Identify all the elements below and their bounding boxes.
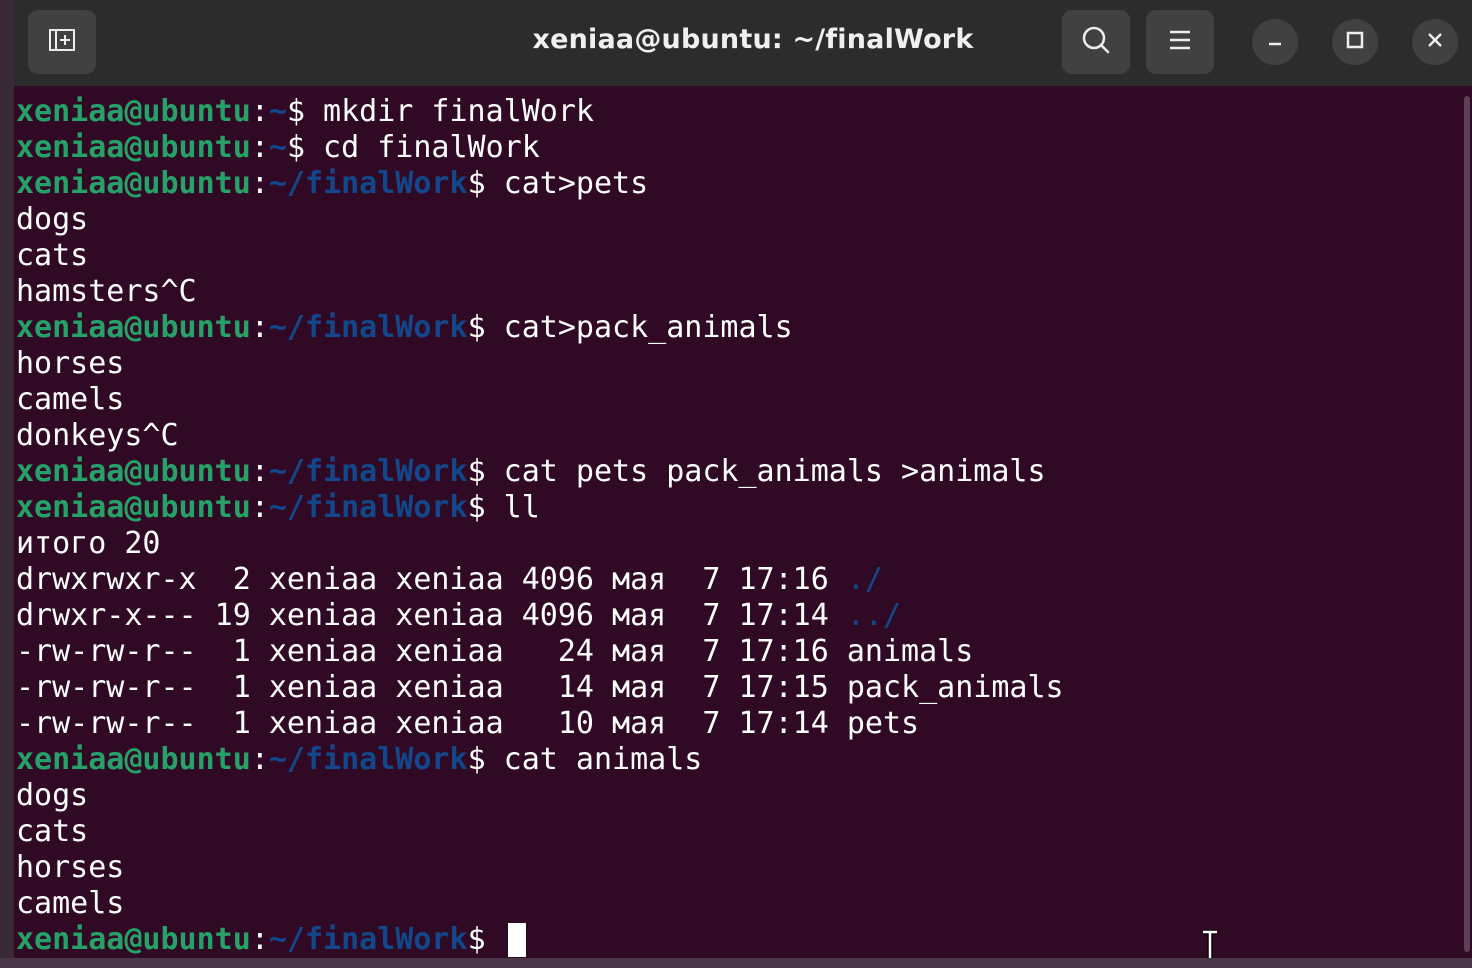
- prompt-line: xeniaa@ubuntu:~/finalWork$ cat pets pack…: [16, 454, 1046, 490]
- prompt-path: ~/finalWork: [268, 490, 468, 525]
- command-text: cat animals: [485, 742, 703, 777]
- prompt-path: ~: [268, 130, 287, 165]
- prompt-user: xeniaa@ubuntu: [16, 454, 251, 489]
- output-line: donkeys^C: [16, 418, 179, 453]
- ls-entry-name: animals: [846, 634, 974, 669]
- ls-entry: drwxr-x--- 19 xeniaa xeniaa 4096 мая 7 1…: [16, 598, 901, 634]
- prompt-line: xeniaa@ubuntu:~/finalWork$ cat>pets: [16, 166, 648, 202]
- prompt-separator: :: [250, 454, 269, 489]
- ls-entry-details: -rw-rw-r-- 1 xeniaa xeniaa 14 мая 7 17:1…: [16, 670, 847, 705]
- minimize-icon: [1265, 30, 1285, 55]
- ls-entry-name: pack_animals: [846, 670, 1064, 705]
- maximize-button[interactable]: [1332, 19, 1378, 65]
- prompt-user: xeniaa@ubuntu: [16, 310, 251, 345]
- prompt-separator: :: [250, 490, 269, 525]
- output-line: hamsters^C: [16, 274, 197, 309]
- window-edge: [0, 0, 14, 968]
- menu-button[interactable]: [1146, 10, 1214, 74]
- ls-entry-details: drwxrwxr-x 2 xeniaa xeniaa 4096 мая 7 17…: [16, 562, 847, 597]
- prompt-user: xeniaa@ubuntu: [16, 94, 251, 129]
- prompt-path: ~/finalWork: [268, 742, 468, 777]
- command-text: mkdir finalWork: [305, 94, 594, 129]
- output-line: dogs: [16, 202, 89, 237]
- terminal-window: xeniaa@ubuntu: ~/finalWork xeniaa@ubuntu…: [0, 0, 1472, 968]
- prompt-path: ~/finalWork: [268, 310, 468, 345]
- prompt-symbol: $: [467, 310, 486, 345]
- prompt-line: xeniaa@ubuntu:~/finalWork$ cat>pack_anim…: [16, 310, 793, 346]
- command-text: cat>pets: [485, 166, 649, 201]
- scrollbar[interactable]: [1464, 96, 1470, 952]
- prompt-symbol: $: [467, 490, 486, 525]
- prompt-user: xeniaa@ubuntu: [16, 166, 251, 201]
- prompt-symbol: $: [286, 94, 305, 129]
- ls-entry-name: ../: [846, 598, 902, 633]
- prompt-separator: :: [250, 310, 269, 345]
- prompt-line: xeniaa@ubuntu:~$ mkdir finalWork: [16, 94, 594, 130]
- prompt-line: xeniaa@ubuntu:~$ cd finalWork: [16, 130, 540, 166]
- titlebar[interactable]: xeniaa@ubuntu: ~/finalWork: [14, 0, 1472, 86]
- prompt-symbol: $: [467, 922, 486, 957]
- search-button[interactable]: [1062, 10, 1130, 74]
- ls-entry-name: ./: [846, 562, 883, 597]
- prompt-user: xeniaa@ubuntu: [16, 130, 251, 165]
- prompt-symbol: $: [467, 454, 486, 489]
- prompt-path: ~: [268, 94, 287, 129]
- terminal-output[interactable]: xeniaa@ubuntu:~$ mkdir finalWork xeniaa@u…: [14, 90, 1462, 958]
- ls-entry: -rw-rw-r-- 1 xeniaa xeniaa 14 мая 7 17:1…: [16, 670, 1064, 706]
- prompt-symbol: $: [286, 130, 305, 165]
- output-line: horses: [16, 346, 125, 381]
- output-line: итого 20: [16, 526, 161, 561]
- prompt-separator: :: [250, 130, 269, 165]
- prompt-separator: :: [250, 166, 269, 201]
- prompt-path: ~/finalWork: [268, 454, 468, 489]
- close-button[interactable]: [1412, 19, 1458, 65]
- output-line: cats: [16, 238, 89, 273]
- close-icon: [1425, 30, 1445, 55]
- prompt-separator: :: [250, 94, 269, 129]
- minimize-button[interactable]: [1252, 19, 1298, 65]
- ls-entry-name: pets: [846, 706, 920, 741]
- ls-entry: -rw-rw-r-- 1 xeniaa xeniaa 24 мая 7 17:1…: [16, 634, 973, 670]
- prompt-path: ~/finalWork: [268, 922, 468, 957]
- output-line: camels: [16, 886, 125, 921]
- hamburger-menu-icon: [1166, 26, 1194, 59]
- maximize-icon: [1345, 30, 1365, 55]
- command-text: ll: [485, 490, 540, 525]
- command-text: cat pets pack_animals >animals: [485, 454, 1046, 489]
- ls-entry-details: -rw-rw-r-- 1 xeniaa xeniaa 10 мая 7 17:1…: [16, 706, 847, 741]
- ls-entry: -rw-rw-r-- 1 xeniaa xeniaa 10 мая 7 17:1…: [16, 706, 919, 742]
- window-bottom-edge: [0, 958, 1472, 968]
- output-line: cats: [16, 814, 89, 849]
- prompt-symbol: $: [467, 166, 486, 201]
- output-line: dogs: [16, 778, 89, 813]
- output-line: camels: [16, 382, 125, 417]
- command-text: cat>pack_animals: [485, 310, 793, 345]
- prompt-user: xeniaa@ubuntu: [16, 922, 251, 957]
- ls-entry-details: drwxr-x--- 19 xeniaa xeniaa 4096 мая 7 1…: [16, 598, 847, 633]
- prompt-symbol: $: [467, 742, 486, 777]
- search-icon: [1080, 24, 1112, 61]
- prompt-separator: :: [250, 922, 269, 957]
- command-text: cd finalWork: [305, 130, 540, 165]
- prompt-user: xeniaa@ubuntu: [16, 742, 251, 777]
- ls-entry: drwxrwxr-x 2 xeniaa xeniaa 4096 мая 7 17…: [16, 562, 883, 598]
- prompt-line: xeniaa@ubuntu:~/finalWork$ cat animals: [16, 742, 702, 778]
- output-line: horses: [16, 850, 125, 885]
- prompt-line: xeniaa@ubuntu:~/finalWork$ ll: [16, 490, 540, 526]
- ls-entry-details: -rw-rw-r-- 1 xeniaa xeniaa 24 мая 7 17:1…: [16, 634, 847, 669]
- prompt-user: xeniaa@ubuntu: [16, 490, 251, 525]
- prompt-line: xeniaa@ubuntu:~/finalWork$: [16, 922, 526, 958]
- command-text: [486, 922, 504, 957]
- prompt-path: ~/finalWork: [268, 166, 468, 201]
- text-cursor: [507, 923, 526, 957]
- prompt-separator: :: [250, 742, 269, 777]
